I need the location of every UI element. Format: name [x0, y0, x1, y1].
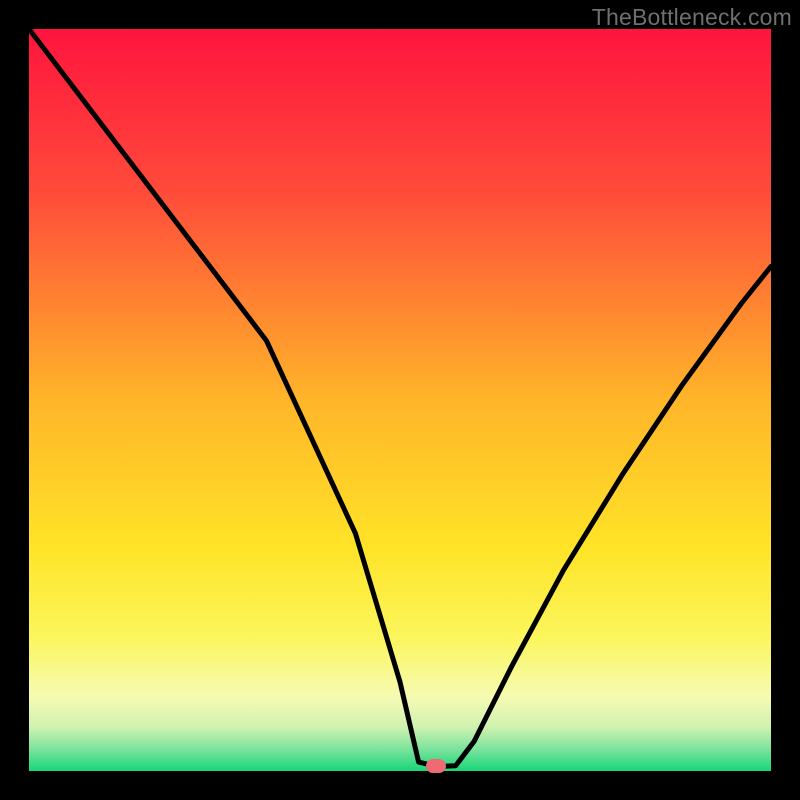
optimum-marker	[426, 759, 446, 773]
curve-path	[29, 29, 771, 767]
plot-area	[29, 29, 771, 771]
chart-frame: TheBottleneck.com	[0, 0, 800, 800]
attribution-text: TheBottleneck.com	[592, 4, 792, 31]
bottleneck-curve	[29, 29, 771, 771]
